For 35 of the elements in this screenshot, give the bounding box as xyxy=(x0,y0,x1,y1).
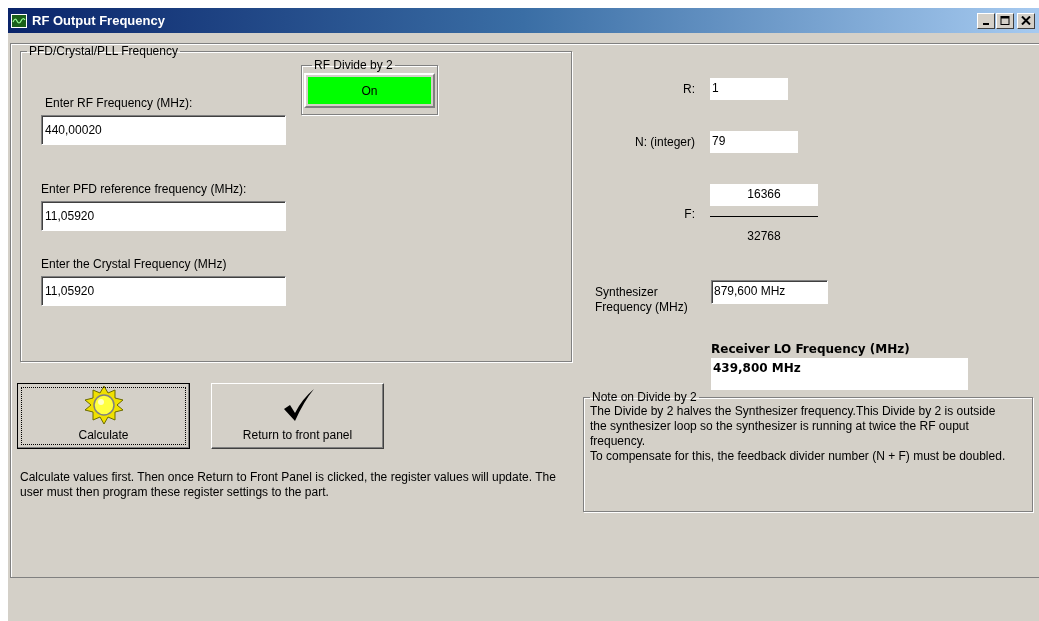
note-text: The Divide by 2 halves the Synthesizer frequency.This Divide by 2 is outside the synthesizer loop so the synthesizer is running at twice the RF ouput frequency. xyxy=(590,404,997,449)
maximize-button[interactable] xyxy=(996,12,1014,29)
note-text: To compensate for this, the feedback divider number (N + F) must be doubled. xyxy=(590,449,1007,464)
toggle-button[interactable]: On xyxy=(304,73,435,108)
field-label: R: xyxy=(682,82,695,96)
value-box: 79 xyxy=(710,131,798,153)
value-box: 439,800 MHz xyxy=(711,358,968,390)
field-label: Enter PFD reference frequency (MHz): xyxy=(41,182,248,196)
close-icon xyxy=(1021,16,1031,25)
value-box: 879,600 MHz xyxy=(711,280,828,304)
action-button[interactable]: Return to front panel xyxy=(211,383,384,449)
field-label: Enter the Crystal Frequency (MHz) xyxy=(41,257,228,271)
field-label: N: (integer) xyxy=(633,135,695,149)
denominator-text: 32768 xyxy=(746,229,782,243)
input-field[interactable]: 440,00020 xyxy=(41,115,286,145)
group-title: Note on Divide by 2 xyxy=(591,390,698,404)
field-label: Receiver LO Frequency (MHz) xyxy=(711,342,911,356)
field-label: Enter RF Frequency (MHz): xyxy=(45,96,194,110)
input-field[interactable]: 11,05920 xyxy=(41,201,286,231)
maximize-icon xyxy=(1000,16,1010,25)
value-box: 1 xyxy=(710,78,788,100)
value-box: 16366 xyxy=(710,184,818,206)
group-title: RF Divide by 2 xyxy=(313,58,394,72)
action-button[interactable]: Calculate xyxy=(17,383,190,449)
sun-icon xyxy=(83,385,124,425)
minimize-button[interactable] xyxy=(977,12,995,29)
field-label: Synthesizer Frequency (MHz) xyxy=(595,285,689,315)
field-label: F: xyxy=(683,206,695,221)
app-icon xyxy=(11,13,27,28)
window-title: RF Output Frequency xyxy=(32,13,166,28)
group-title: PFD/Crystal/PLL Frequency xyxy=(28,44,179,58)
minimize-icon xyxy=(983,23,989,25)
close-button[interactable] xyxy=(1017,12,1035,29)
instruction-text: Calculate values first. Then once Return to Front Panel is clicked, the register values will update. The user must then program these register settings to the part. xyxy=(20,470,557,500)
input-field[interactable]: 11,05920 xyxy=(41,276,286,306)
